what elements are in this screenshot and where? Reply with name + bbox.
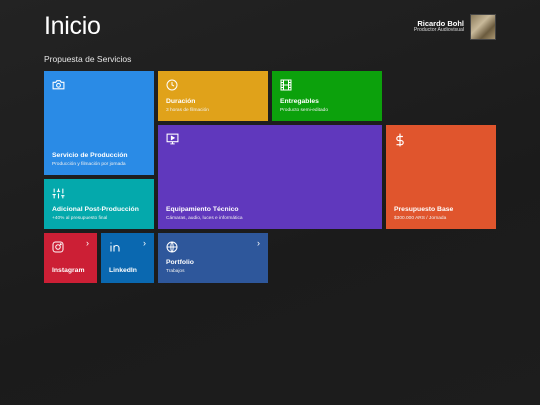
tile-name: Entregables — [280, 98, 319, 105]
tile-subtitle: Trabajos — [166, 269, 185, 274]
tile-subtitle: +40% al presupuesto final — [52, 216, 108, 221]
chevron-right-icon: › — [257, 238, 260, 248]
film-icon — [280, 79, 292, 91]
section-title: Propuesta de Servicios — [44, 54, 132, 64]
camera-icon — [52, 80, 65, 90]
sliders-icon — [52, 188, 65, 199]
tile-entregables[interactable]: Entregables Producto semi-editado — [272, 71, 382, 121]
tile-subtitle: 3 horas de filmación — [166, 108, 209, 113]
tile-subtitle: $300.000 ARS / Jornada — [394, 216, 447, 221]
tile-portfolio[interactable]: › Portfolio Trabajos — [158, 233, 268, 283]
globe-icon — [166, 241, 178, 253]
avatar[interactable] — [470, 14, 496, 40]
tile-linkedin[interactable]: › LinkedIn — [101, 233, 154, 283]
tile-name: Servicio de Producción — [52, 152, 128, 159]
page-title: Inicio — [44, 12, 101, 40]
tile-servicio-produccion[interactable]: Servicio de Producción Producción y film… — [44, 71, 154, 175]
chevron-right-icon: › — [143, 238, 146, 248]
tile-name: Presupuesto Base — [394, 206, 454, 213]
monitor-play-icon — [166, 133, 179, 145]
tile-adicional-post-produccion[interactable]: Adicional Post-Producción +40% al presup… — [44, 179, 154, 229]
tile-name: Duración — [166, 98, 196, 105]
chevron-right-icon: › — [86, 238, 89, 248]
tile-subtitle: Producto semi-editado — [280, 108, 328, 113]
tile-name: LinkedIn — [109, 267, 137, 274]
tile-duracion[interactable]: Duración 3 horas de filmación — [158, 71, 268, 121]
user-profile[interactable]: Ricardo Bohl Productor Audiovisual — [414, 14, 496, 40]
tile-subtitle: Producción y filmación por jornada — [52, 162, 126, 167]
user-role: Productor Audiovisual — [413, 27, 464, 34]
tile-name: Equipamiento Técnico — [166, 206, 239, 213]
dollar-icon — [396, 133, 404, 147]
tile-instagram[interactable]: › Instagram — [44, 233, 97, 283]
clock-icon — [166, 79, 178, 91]
tile-name: Portfolio — [166, 259, 194, 266]
tile-name: Adicional Post-Producción — [52, 206, 139, 213]
tile-name: Instagram — [52, 267, 85, 274]
instagram-icon — [52, 241, 64, 253]
tile-equipamiento-tecnico[interactable]: Equipamiento Técnico Cámaras, audio, luc… — [158, 125, 382, 229]
tile-subtitle: Cámaras, audio, luces e informática — [166, 216, 243, 221]
linkedin-icon — [110, 242, 120, 252]
tile-presupuesto-base[interactable]: Presupuesto Base $300.000 ARS / Jornada — [386, 125, 496, 229]
